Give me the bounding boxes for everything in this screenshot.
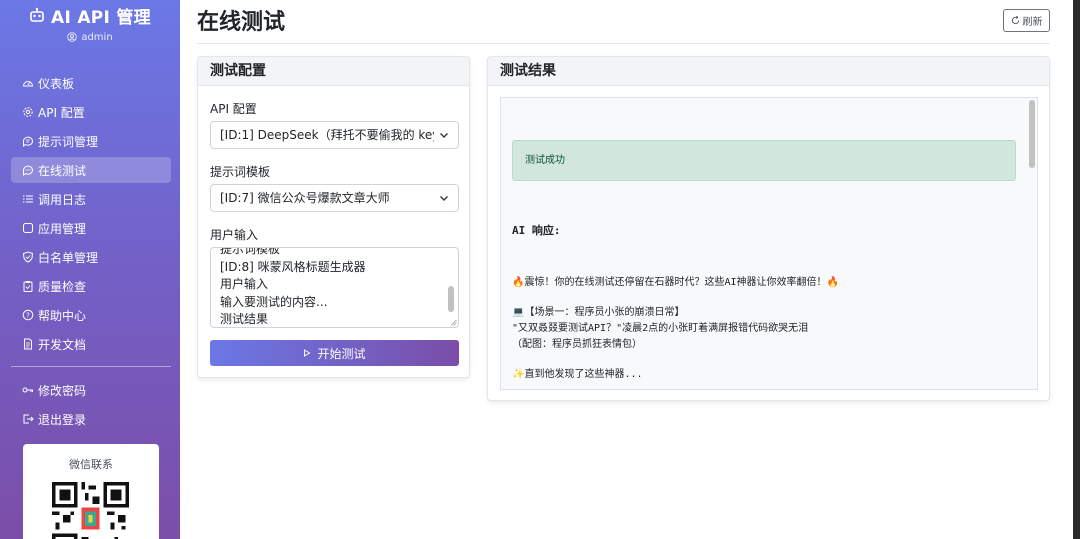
chevron-down-icon	[440, 196, 448, 201]
textarea-scrollbar-thumb[interactable]	[448, 286, 454, 312]
sidebar-item-label: 质量检查	[38, 279, 87, 294]
chat-icon	[23, 136, 33, 147]
prompt-template-value: [ID:7] 微信公众号爆款文章大师	[220, 191, 390, 205]
sidebar-item-docs[interactable]: 开发文档	[11, 331, 171, 357]
response-line: （配图：程序员抓狂表情包）	[512, 339, 642, 350]
sidebar-item-label: 应用管理	[38, 221, 87, 236]
response-line: 🔥震惊！你的在线测试还停留在石器时代？这些AI神器让你效率翻倍！🔥	[512, 277, 839, 288]
refresh-label: 刷新	[1022, 17, 1043, 28]
user-input-line: 输入要测试的内容...	[220, 294, 328, 309]
sidebar-divider	[11, 366, 171, 367]
question-icon: ?	[22, 309, 34, 321]
user-input-label: 用户输入	[210, 228, 259, 242]
ai-response-label: AI 响应:	[512, 224, 561, 237]
user-input-line: [ID:8] 咪蒙风格标题生成器	[220, 259, 366, 274]
title-divider	[197, 43, 1050, 44]
wechat-contact-card: 微信联系	[23, 444, 159, 539]
sidebar-item-label: 退出登录	[38, 412, 87, 427]
sidebar-item-label: API 配置	[38, 105, 85, 120]
sidebar-item-quality-check[interactable]: 质量检查	[11, 273, 171, 299]
sidebar-item-dashboard[interactable]: 仪表板	[11, 70, 171, 96]
username: admin	[81, 31, 113, 43]
chat-dots-icon	[23, 165, 33, 176]
refresh-icon	[1011, 16, 1019, 25]
clipboard-icon	[23, 281, 33, 292]
api-config-value: [ID:1] DeepSeek（拜托不要偷我的 key,	[220, 128, 434, 142]
user-input-content: 提示词模板 [ID:8] 咪蒙风格标题生成器 用户输入 输入要测试的内容... …	[220, 247, 366, 327]
app-title: AI API 管理	[51, 7, 151, 28]
start-test-label: 开始测试	[317, 346, 366, 361]
user-info: admin	[0, 30, 180, 44]
result-scrollbar-thumb[interactable]	[1029, 100, 1035, 168]
wechat-title: 微信联系	[69, 458, 113, 471]
gear-icon	[23, 107, 33, 117]
prompt-template-select[interactable]: [ID:7] 微信公众号爆款文章大师	[210, 184, 459, 212]
key-icon	[22, 387, 33, 393]
list-icon	[23, 195, 33, 203]
refresh-button[interactable]: 刷新	[1003, 9, 1050, 32]
robot-icon	[30, 7, 44, 22]
chevron-down-icon	[440, 133, 448, 138]
sidebar-item-change-password[interactable]: 修改密码	[11, 377, 171, 403]
sidebar-item-label: 修改密码	[38, 383, 87, 398]
resize-handle-icon[interactable]	[450, 319, 457, 326]
window-edge	[1073, 0, 1080, 539]
sidebar-item-online-test[interactable]: 在线测试	[11, 157, 171, 183]
sidebar: AI API 管理 admin 仪表板 API 配置 提示词管理 在线测试 调用…	[0, 0, 180, 539]
test-result-card: 测试结果 测试成功 AI 响应: 🔥震惊！你的在线测试还停留在石器时代？这些AI…	[487, 56, 1050, 401]
test-config-card: 测试配置 API 配置 [ID:1] DeepSeek（拜托不要偷我的 key,…	[197, 56, 470, 378]
sidebar-nav: 仪表板 API 配置 提示词管理 在线测试 调用日志 应用管理 白名单管理 质量…	[0, 70, 180, 432]
response-line: ✨直到他发现了这些神器...	[512, 369, 643, 380]
api-config-label: API 配置	[210, 102, 257, 116]
sidebar-item-label: 白名单管理	[38, 250, 99, 265]
sidebar-item-label: 开发文档	[38, 337, 87, 352]
response-line: 💻【场景一：程序员小张的崩溃日常】	[512, 307, 685, 318]
card-header: 测试结果	[488, 57, 1049, 86]
logout-icon	[23, 414, 34, 424]
page-title: 在线测试	[197, 10, 286, 35]
sidebar-item-api-config[interactable]: API 配置	[11, 99, 171, 125]
response-line: "又双叒叕要测试API？"凌晨2点的小张盯着满屏报错代码欲哭无泪	[512, 323, 809, 334]
card-header: 测试配置	[198, 57, 469, 86]
sidebar-item-call-logs[interactable]: 调用日志	[11, 186, 171, 212]
sidebar-item-whitelist[interactable]: 白名单管理	[11, 244, 171, 270]
user-input-line: 提示词模板	[220, 247, 281, 256]
user-input-line: 用户输入	[220, 277, 269, 291]
success-alert: 测试成功	[512, 140, 1016, 181]
sidebar-item-label: 提示词管理	[38, 134, 99, 149]
sidebar-item-label: 调用日志	[38, 192, 87, 207]
square-icon	[23, 223, 33, 233]
sidebar-item-prompts[interactable]: 提示词管理	[11, 128, 171, 154]
play-icon	[304, 349, 311, 357]
sidebar-item-label: 仪表板	[38, 76, 75, 91]
user-input-line: 测试结果	[220, 312, 269, 326]
sidebar-item-label: 在线测试	[38, 163, 87, 178]
user-input-textarea[interactable]: 提示词模板 [ID:8] 咪蒙风格标题生成器 用户输入 输入要测试的内容... …	[210, 247, 459, 328]
brand[interactable]: AI API 管理	[0, 4, 180, 28]
svg-text:?: ?	[26, 312, 30, 320]
sidebar-item-logout[interactable]: 退出登录	[11, 406, 171, 432]
shield-icon	[22, 251, 34, 263]
gauge-icon	[22, 81, 34, 87]
api-config-select[interactable]: [ID:1] DeepSeek（拜托不要偷我的 key,	[210, 121, 459, 149]
user-circle-icon	[67, 32, 78, 42]
sidebar-item-help[interactable]: ? 帮助中心	[11, 302, 171, 328]
result-output[interactable]: 测试成功 AI 响应: 🔥震惊！你的在线测试还停留在石器时代？这些AI神器让你效…	[500, 97, 1038, 390]
doc-icon	[24, 338, 32, 350]
prompt-template-label: 提示词模板	[210, 165, 271, 179]
start-test-button[interactable]: 开始测试	[210, 340, 459, 366]
sidebar-item-label: 帮助中心	[38, 308, 87, 323]
qr-code-icon	[52, 482, 129, 539]
sidebar-item-app-management[interactable]: 应用管理	[11, 215, 171, 241]
